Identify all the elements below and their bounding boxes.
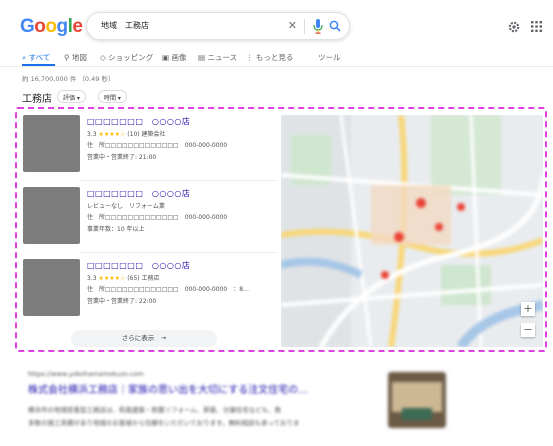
image-icon: ▣ — [162, 53, 170, 62]
map-view[interactable]: + − — [281, 115, 543, 347]
business-review-line: レビューなし リフォーム業 — [87, 203, 165, 210]
tab-maps[interactable]: ⚲ 地図 — [64, 52, 87, 63]
result-snippet: 横浜市の地域密着型工務店は、和風建築・耐震リフォーム、新築、分譲住宅なども、数 — [28, 406, 282, 414]
business-name[interactable]: □□□□□□□ ○○○○店 — [87, 116, 190, 127]
business-listing[interactable]: □□□□□□□ ○○○○店 3.3 ★★★★☆ (65) 工務店 住 所□□□□… — [23, 259, 273, 319]
results-count: 約 16,700,000 件 （0.49 秒） — [22, 75, 115, 83]
tab-images[interactable]: ▣ 画像 — [162, 52, 186, 63]
star-rating-icon: ★★★★☆ — [98, 131, 126, 138]
business-address: 住 所□□□□□□□□□□□□□ 000-000-0000 — [87, 142, 228, 149]
search-icon: ⌕ — [22, 53, 27, 62]
result-url[interactable]: https://www.yokohamamokuzo.com — [28, 370, 388, 378]
business-rating-line: 3.3 ★★★★☆ (65) 工務店 — [87, 275, 160, 282]
business-photo[interactable] — [23, 259, 80, 316]
close-icon[interactable]: ✕ — [288, 19, 297, 33]
apps-grid-icon[interactable] — [531, 21, 542, 32]
tabs-divider — [0, 66, 553, 67]
result-snippet: 多数の施工実績があり地域のお客様から信頼をいただいております。無料相談も承ってお… — [28, 419, 300, 427]
tab-tools[interactable]: ツール — [318, 52, 341, 63]
map-image — [281, 115, 543, 347]
listing-divider — [81, 180, 277, 181]
business-listing[interactable]: □□□□□□□ ○○○○店 3.3 ★★★★☆ (10) 建築会社 住 所□□□… — [23, 115, 273, 175]
business-hours: 営業中・営業終了: 21:00 — [87, 154, 157, 161]
organic-result: https://www.yokohamamokuzo.com 株式会社横浜工務店… — [28, 370, 388, 427]
tab-all[interactable]: ⌕ すべて — [22, 52, 50, 63]
business-years: 事業年数：10 年以上 — [87, 226, 145, 233]
result-title[interactable]: 株式会社横浜工務店｜家族の思い出を大切にする注文住宅の… — [28, 381, 308, 396]
tab-shopping[interactable]: ◇ ショッピング — [100, 52, 153, 63]
news-icon: ▤ — [198, 53, 206, 62]
business-name[interactable]: □□□□□□□ ○○○○店 — [87, 260, 190, 271]
zoom-in-button[interactable]: + — [521, 302, 535, 316]
tab-more[interactable]: ⋮ もっと見る — [246, 52, 293, 63]
gear-icon[interactable] — [508, 21, 520, 33]
business-photo[interactable] — [23, 187, 80, 244]
business-photo[interactable] — [23, 115, 80, 172]
search-icon[interactable] — [329, 20, 341, 32]
filter-rating-chip[interactable]: 評価 ▾ — [57, 90, 86, 103]
listing-divider — [81, 252, 277, 253]
google-logo[interactable]: Google — [20, 16, 83, 38]
search-box[interactable]: 地域 工務店 ✕ — [86, 12, 350, 40]
business-address: 住 所□□□□□□□□□□□□□ 000-000-0000 — [87, 214, 228, 221]
search-divider — [304, 19, 305, 34]
tag-icon: ◇ — [100, 53, 106, 62]
star-rating-icon: ★★★★☆ — [98, 275, 126, 282]
business-name[interactable]: □□□□□□□ ○○○○店 — [87, 188, 190, 199]
business-hours: 営業中・営業終了: 22:00 — [87, 298, 157, 305]
filter-hours-chip[interactable]: 時間 ▾ — [98, 90, 127, 103]
search-input[interactable]: 地域 工務店 — [101, 20, 149, 31]
more-vert-icon: ⋮ — [246, 53, 254, 62]
tab-news[interactable]: ▤ ニュース — [198, 52, 237, 63]
business-listing[interactable]: □□□□□□□ ○○○○店 レビューなし リフォーム業 住 所□□□□□□□□□… — [23, 187, 273, 247]
result-thumbnail[interactable] — [388, 372, 446, 428]
more-places-button[interactable]: さらに表示 → — [71, 330, 217, 347]
business-rating-line: 3.3 ★★★★☆ (10) 建築会社 — [87, 131, 166, 138]
business-address: 住 所□□□□□□□□□□□□□ 000-000-0000 ：8… — [87, 286, 250, 293]
mic-icon[interactable] — [313, 19, 323, 34]
local-pack: □□□□□□□ ○○○○店 3.3 ★★★★☆ (10) 建築会社 住 所□□□… — [15, 107, 547, 352]
map-pin-icon: ⚲ — [64, 53, 70, 62]
zoom-out-button[interactable]: − — [521, 323, 535, 337]
local-results-title: 工務店 — [22, 94, 52, 105]
